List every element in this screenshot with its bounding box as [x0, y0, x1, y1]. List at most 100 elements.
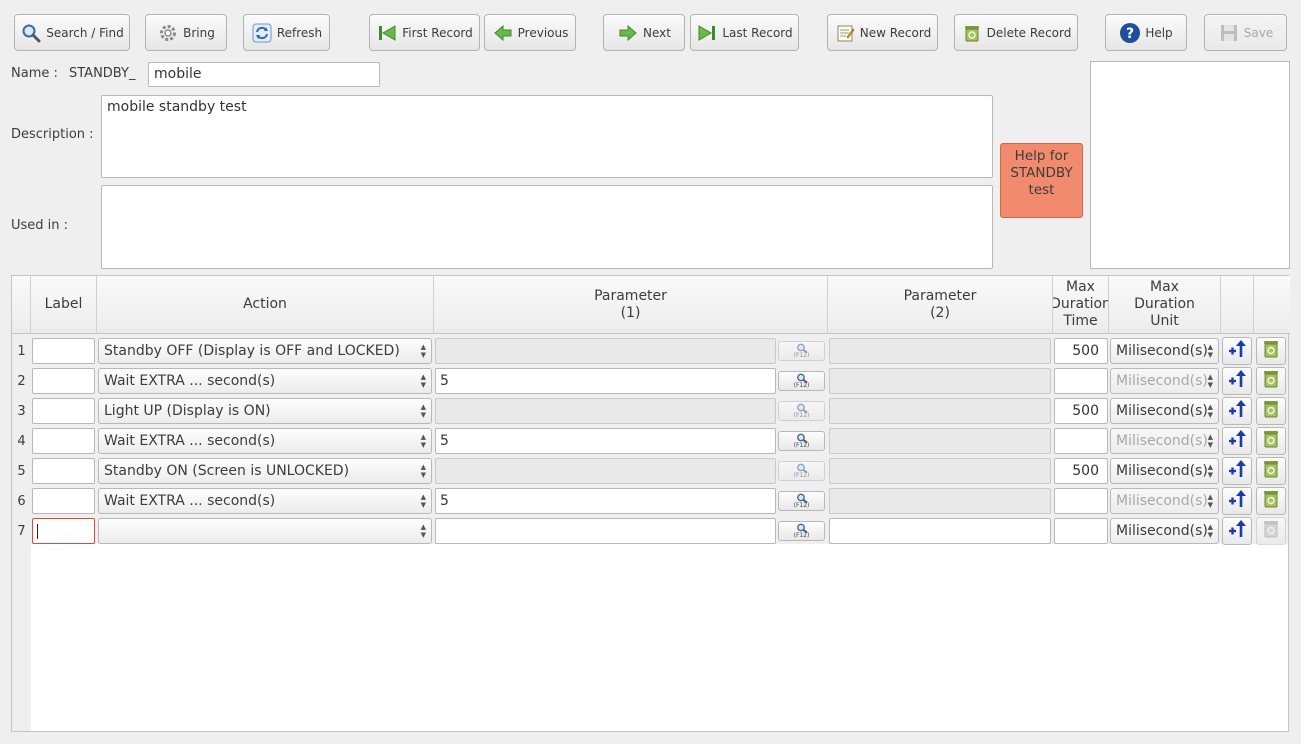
header-max-duration-unit: Max Duration Unit	[1109, 276, 1221, 334]
next-button[interactable]: Next	[603, 14, 685, 51]
parameter-1-lookup-button[interactable]: (F12)	[778, 371, 825, 391]
parameter-2-input[interactable]	[829, 398, 1051, 424]
max-duration-unit-select[interactable]: Milisecond(s) ▲ ▼	[1110, 428, 1219, 454]
max-duration-time-input[interactable]: 500	[1054, 338, 1108, 364]
arrow-right-icon	[617, 22, 639, 44]
delete-row-button[interactable]	[1256, 517, 1286, 545]
parameter-1-input[interactable]: 5	[435, 368, 776, 394]
insert-row-button[interactable]	[1222, 487, 1252, 515]
insert-row-button[interactable]	[1222, 427, 1252, 455]
header-parameter-2: Parameter (2)	[828, 276, 1053, 334]
label-input[interactable]	[32, 368, 95, 394]
search-find-button[interactable]: Search / Find	[14, 14, 130, 51]
description-textarea[interactable]: mobile standby test	[101, 95, 993, 178]
max-duration-unit-select[interactable]: Milisecond(s) ▲ ▼	[1110, 398, 1219, 424]
parameter-1-input[interactable]	[435, 398, 776, 424]
delete-row-button[interactable]	[1256, 427, 1286, 455]
parameter-1-input[interactable]: 5	[435, 428, 776, 454]
insert-row-button[interactable]	[1222, 367, 1252, 395]
parameter-1-input[interactable]: 5	[435, 488, 776, 514]
max-duration-time-input[interactable]: 500	[1054, 458, 1108, 484]
max-duration-time-input[interactable]	[1054, 368, 1108, 394]
unit-value: Milisecond(s)	[1116, 373, 1208, 389]
gear-icon	[157, 22, 179, 44]
max-duration-unit-select[interactable]: Milisecond(s) ▲ ▼	[1110, 338, 1219, 364]
max-duration-time-input[interactable]	[1054, 428, 1108, 454]
search-find-label: Search / Find	[46, 25, 124, 40]
standby-help-button[interactable]: Help for STANDBY test	[1000, 143, 1083, 218]
delete-row-button[interactable]	[1256, 367, 1286, 395]
new-record-button[interactable]: New Record	[827, 14, 938, 51]
delete-row-button[interactable]	[1256, 487, 1286, 515]
insert-row-button[interactable]	[1222, 457, 1252, 485]
parameter-2-input[interactable]	[829, 338, 1051, 364]
parameter-1-input[interactable]	[435, 458, 776, 484]
max-duration-unit-select[interactable]: Milisecond(s) ▲ ▼	[1110, 368, 1219, 394]
spinner-arrows-icon: ▲ ▼	[420, 343, 426, 359]
insert-row-button[interactable]	[1222, 517, 1252, 545]
used-in-textarea[interactable]	[101, 185, 993, 269]
label-input[interactable]	[32, 488, 95, 514]
label-input[interactable]	[32, 428, 95, 454]
bring-button[interactable]: Bring	[145, 14, 227, 51]
unit-value: Milisecond(s)	[1116, 403, 1208, 419]
action-select[interactable]: Standby OFF (Display is OFF and LOCKED) …	[98, 338, 432, 364]
previous-button[interactable]: Previous	[484, 14, 576, 51]
name-input[interactable]: mobile	[148, 62, 380, 87]
action-value: Light UP (Display is ON)	[104, 403, 271, 419]
text-cursor	[37, 523, 38, 539]
spinner-arrows-icon: ▲ ▼	[1207, 343, 1213, 359]
parameter-1-input[interactable]	[435, 338, 776, 364]
label-input[interactable]	[32, 398, 95, 424]
parameter-1-lookup-button[interactable]: (F12)	[778, 431, 825, 451]
refresh-button[interactable]: Refresh	[243, 14, 330, 51]
parameter-1-input[interactable]	[435, 518, 776, 544]
label-input[interactable]	[32, 518, 95, 544]
parameter-1-lookup-button[interactable]: (F12)	[778, 461, 825, 481]
action-select[interactable]: Wait EXTRA ... second(s) ▲ ▼	[98, 368, 432, 394]
max-duration-unit-select[interactable]: Milisecond(s) ▲ ▼	[1110, 518, 1219, 544]
action-select[interactable]: Light UP (Display is ON) ▲ ▼	[98, 398, 432, 424]
help-button[interactable]: ? Help	[1105, 14, 1187, 51]
action-value: Standby OFF (Display is OFF and LOCKED)	[104, 343, 400, 359]
lookup-hint: (F12)	[793, 502, 810, 509]
row-number: 5	[17, 463, 26, 479]
action-select[interactable]: Wait EXTRA ... second(s) ▲ ▼	[98, 488, 432, 514]
max-duration-time-input[interactable]	[1054, 518, 1108, 544]
action-select[interactable]: ▲ ▼	[98, 518, 432, 544]
parameter-2-input[interactable]	[829, 518, 1051, 544]
trash-icon	[1261, 369, 1281, 393]
first-record-button[interactable]: First Record	[369, 14, 480, 51]
last-record-button[interactable]: Last Record	[690, 14, 799, 51]
action-select[interactable]: Standby ON (Screen is UNLOCKED) ▲ ▼	[98, 458, 432, 484]
delete-row-button[interactable]	[1256, 397, 1286, 425]
unit-value: Milisecond(s)	[1116, 433, 1208, 449]
delete-record-button[interactable]: Delete Record	[954, 14, 1078, 51]
lookup-hint: (F12)	[793, 352, 810, 359]
max-duration-unit-select[interactable]: Milisecond(s) ▲ ▼	[1110, 458, 1219, 484]
delete-row-button[interactable]	[1256, 457, 1286, 485]
parameter-1-lookup-button[interactable]: (F12)	[778, 491, 825, 511]
action-select[interactable]: Wait EXTRA ... second(s) ▲ ▼	[98, 428, 432, 454]
parameter-2-input[interactable]	[829, 488, 1051, 514]
insert-row-button[interactable]	[1222, 397, 1252, 425]
parameter-1-lookup-button[interactable]: (F12)	[778, 341, 825, 361]
spinner-arrows-icon: ▲ ▼	[420, 373, 426, 389]
max-duration-unit-select[interactable]: Milisecond(s) ▲ ▼	[1110, 488, 1219, 514]
max-duration-time-input[interactable]: 500	[1054, 398, 1108, 424]
label-input[interactable]	[32, 458, 95, 484]
delete-row-button[interactable]	[1256, 337, 1286, 365]
table-empty-area	[31, 544, 1288, 731]
parameter-1-lookup-button[interactable]: (F12)	[778, 521, 825, 541]
parameter-2-input[interactable]	[829, 368, 1051, 394]
unit-value: Milisecond(s)	[1116, 343, 1208, 359]
save-button[interactable]: Save	[1204, 14, 1287, 51]
parameter-2-input[interactable]	[829, 428, 1051, 454]
last-record-icon	[696, 22, 718, 44]
insert-row-button[interactable]	[1222, 337, 1252, 365]
max-duration-time-input[interactable]	[1054, 488, 1108, 514]
label-input[interactable]	[32, 338, 95, 364]
svg-text:?: ?	[1126, 26, 1134, 42]
parameter-1-lookup-button[interactable]: (F12)	[778, 401, 825, 421]
parameter-2-input[interactable]	[829, 458, 1051, 484]
